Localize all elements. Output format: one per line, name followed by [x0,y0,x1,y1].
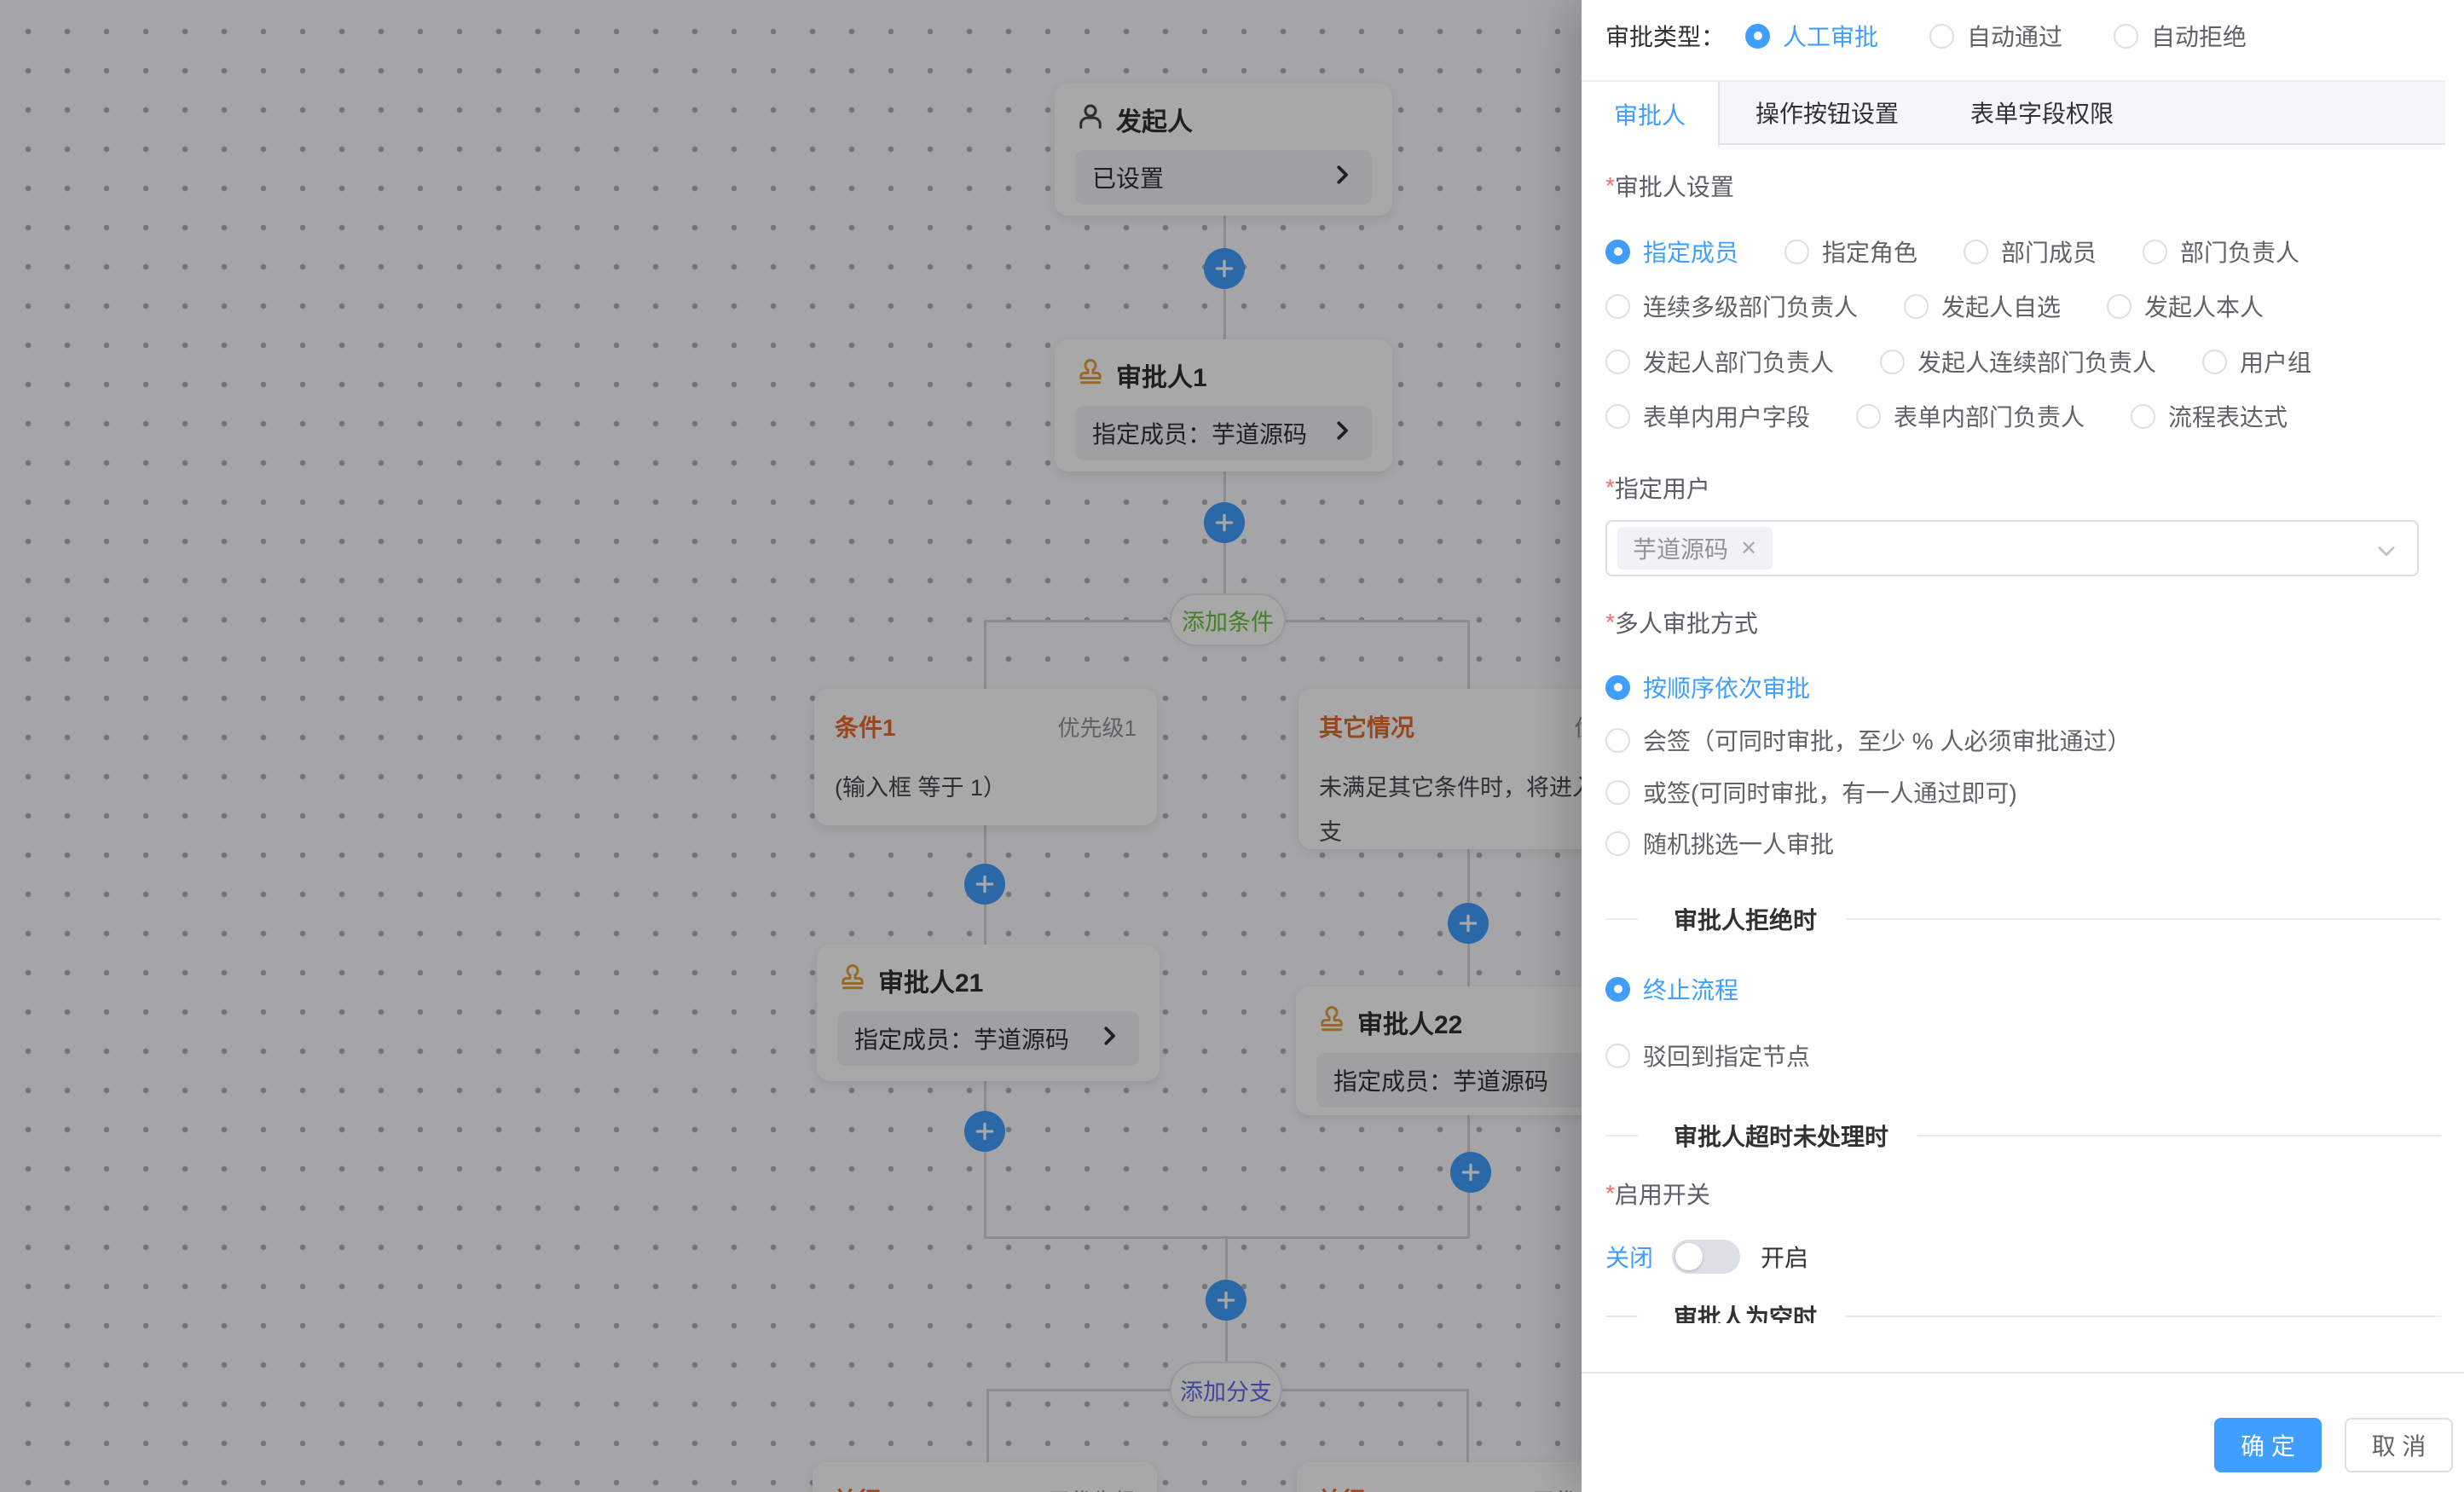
radio-starter-dept-leader[interactable]: 发起人部门负责人 [1605,344,1834,379]
bpm-flow-designer: 发起人 已设置 审批人1 [0,0,2464,1492]
radio-icon [1964,240,1988,264]
multi-mode-label: 多人审批方式 [1605,607,1758,638]
radio-icon [1856,404,1881,429]
approver-setting-label: 审批人设置 [1605,171,1734,201]
radio-random-one[interactable]: 随机挑选一人审批 [1605,826,1834,860]
radio-terminate-flow[interactable]: 终止流程 [1605,972,1738,1006]
approver-setting-row4: 表单内用户字段 表单内部门负责人 流程表达式 [1605,392,2447,440]
radio-icon [1605,240,1630,264]
radio-starter-choose[interactable]: 发起人自选 [1904,289,2061,323]
specified-user-label: 指定用户 [1605,472,1710,503]
radio-icon [1605,1044,1630,1068]
approval-settings-panel: 审批类型： 人工审批 自动通过 自动拒绝 审批人 操作按钮设置 表单字段权 [1582,0,2464,1492]
radio-dept-member[interactable]: 部门成员 [1964,234,2097,269]
approver-setting-row3: 发起人部门负责人 发起人连续部门负责人 用户组 [1605,338,2447,385]
radio-icon [1605,675,1630,700]
radio-flow-expression[interactable]: 流程表达式 [2131,399,2288,433]
settings-tabbar: 审批人 操作按钮设置 表单字段权限 [1582,80,2445,145]
radio-return-to-node[interactable]: 驳回到指定节点 [1605,1038,1810,1073]
reject-option: 终止流程 [1605,965,2447,1013]
radio-starter-multi-dept-leader[interactable]: 发起人连续部门负责人 [1880,344,2156,379]
user-tag[interactable]: 芋道源码 ✕ [1617,527,1773,570]
radio-dept-leader[interactable]: 部门负责人 [2143,234,2299,269]
radio-user-group[interactable]: 用户组 [2202,344,2311,379]
reject-option: 驳回到指定节点 [1605,1032,2447,1079]
user-select[interactable]: 芋道源码 ✕ [1605,520,2419,576]
radio-icon [1605,404,1630,429]
toggle-knob [1675,1243,1703,1270]
radio-auto-reject[interactable]: 自动拒绝 [2114,19,2247,53]
switch-off-label: 关闭 [1605,1240,1653,1274]
approver-setting-row1: 指定成员 指定角色 部门成员 部门负责人 [1605,228,2447,275]
radio-assign-role[interactable]: 指定角色 [1784,234,1917,269]
radio-icon [1880,350,1905,374]
approver-setting-row2: 连续多级部门负责人 发起人自选 发起人本人 [1605,282,2447,330]
radio-form-dept-leader[interactable]: 表单内部门负责人 [1856,399,2085,433]
radio-icon [2143,240,2167,264]
radio-icon [1605,977,1630,1002]
radio-orsign[interactable]: 或签(可同时审批，有一人通过即可) [1605,775,2017,809]
enable-switch-row: 关闭 开启 [1605,1233,1808,1281]
radio-icon [2202,350,2227,374]
confirm-button[interactable]: 确 定 [2214,1418,2322,1472]
radio-assign-member[interactable]: 指定成员 [1605,234,1738,269]
radio-countersign[interactable]: 会签（可同时审批，至少 % 人必须审批通过） [1605,723,2131,757]
radio-icon [1745,24,1770,49]
switch-on-label: 开启 [1761,1240,1808,1274]
close-icon[interactable]: ✕ [1740,536,1757,561]
section-title: 审批人为空时 [1674,1299,1817,1323]
reject-section-divider: 审批人拒绝时 [1605,902,2441,936]
radio-icon [1904,294,1929,319]
radio-icon [1605,350,1630,374]
user-tag-label: 芋道源码 [1633,531,1728,565]
radio-icon [1605,728,1630,753]
footer-divider [1582,1372,2464,1373]
radio-icon [1784,240,1809,264]
empty-approver-section-divider: 审批人为空时 [1605,1299,2441,1323]
radio-icon [2131,404,2155,429]
radio-auto-pass[interactable]: 自动通过 [1929,19,2062,53]
approval-type-label: 审批类型： [1605,19,1725,53]
section-title: 审批人超时未处理时 [1674,1119,1888,1153]
radio-multi-level-dept-leader[interactable]: 连续多级部门负责人 [1605,289,1858,323]
radio-icon [2107,294,2131,319]
radio-starter-self[interactable]: 发起人本人 [2107,289,2264,323]
multi-mode-option: 或签(可同时审批，有一人通过即可) [1605,768,2447,816]
radio-manual-approve[interactable]: 人工审批 [1745,19,1878,53]
approval-type-row: 审批类型： 人工审批 自动通过 自动拒绝 [1605,14,2247,58]
radio-icon [1605,831,1630,856]
radio-form-user-field[interactable]: 表单内用户字段 [1605,399,1810,433]
multi-mode-option: 随机挑选一人审批 [1605,819,2447,867]
radio-icon [1929,24,1954,49]
multi-mode-option: 会签（可同时审批，至少 % 人必须审批通过） [1605,716,2447,764]
tab-buttons-setting[interactable]: 操作按钮设置 [1720,82,1935,143]
section-title: 审批人拒绝时 [1674,902,1817,936]
radio-icon [1605,780,1630,805]
tab-form-permission[interactable]: 表单字段权限 [1935,82,2149,143]
radio-icon [2114,24,2138,49]
cancel-button[interactable]: 取 消 [2345,1418,2453,1472]
enable-switch-label: 启用开关 [1605,1178,1710,1209]
enable-toggle[interactable] [1672,1240,1740,1274]
multi-mode-option: 按顺序依次审批 [1605,663,2447,711]
timeout-section-divider: 审批人超时未处理时 [1605,1119,2441,1153]
tab-approver[interactable]: 审批人 [1582,82,1720,147]
radio-sequential[interactable]: 按顺序依次审批 [1605,670,1810,704]
panel-scroll-area[interactable]: 审批类型： 人工审批 自动通过 自动拒绝 审批人 操作按钮设置 表单字段权 [1582,0,2464,1323]
radio-icon [1605,294,1630,319]
chevron-down-icon [2374,539,2398,569]
